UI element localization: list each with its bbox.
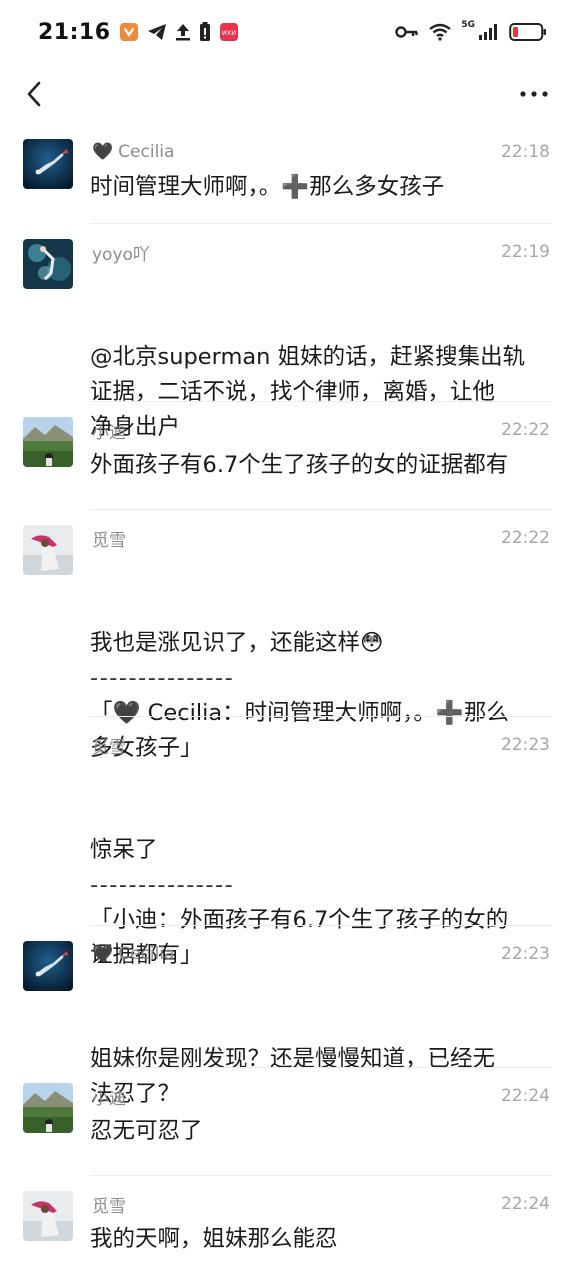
comment-text: 外面孩子有6.7个生了孩子的女的证据都有: [90, 452, 509, 478]
comment-item[interactable]: 🖤 Cecilia 22:23 姐妹你是刚发现？还是慢慢知道，已经无 法忍了？: [0, 926, 573, 1107]
comment-meta: 觅雪 22:22: [92, 526, 550, 551]
diver-avatar[interactable]: [23, 941, 73, 991]
status-bar: 21:16 ИХИ 5G: [0, 0, 573, 64]
comment-meta: 小迪 22:24: [92, 1084, 550, 1109]
comment-time: 22:23: [501, 944, 550, 964]
username[interactable]: 觅雪: [92, 526, 126, 551]
comment-meta: yoyo吖 22:19: [92, 240, 550, 265]
underwater-avatar[interactable]: [23, 239, 73, 289]
upload-icon: [175, 23, 191, 41]
black-heart-icon: 🖤: [92, 944, 114, 964]
comment-item[interactable]: 觅雪 22:23 惊呆了 --------------- 「小迪：外面孩子有6.7个…: [0, 717, 573, 968]
comment-meta: 🖤 Cecilia 22:18: [92, 140, 550, 164]
comment-time: 22:18: [501, 142, 550, 162]
telegram-icon: [147, 23, 167, 41]
comment-meta: 小迪 22:22: [92, 418, 550, 443]
comment-item[interactable]: yoyo吖 22:19 @北京superman 姐妹的话，赶紧搜集出轨 证据，二话…: [0, 224, 573, 440]
signal-icon: [478, 23, 500, 41]
landscape-avatar[interactable]: [23, 417, 73, 467]
comment-time: 22:24: [501, 1194, 550, 1214]
username[interactable]: 觅雪: [92, 733, 126, 758]
status-right: 5G: [395, 19, 547, 42]
comment-time: 22:22: [501, 420, 550, 440]
comment-item[interactable]: 小迪 22:22 外面孩子有6.7个生了孩子的女的证据都有: [0, 402, 573, 510]
comment-time: 22:24: [501, 1086, 550, 1106]
battery-low-icon: [509, 22, 547, 42]
girl-avatar[interactable]: [23, 1191, 73, 1241]
wifi-icon: [428, 23, 452, 41]
username[interactable]: 🖤 Cecilia: [92, 944, 174, 964]
comment-text: 时间管理大师啊，。➕那么多女孩子: [90, 174, 445, 200]
comment-item[interactable]: 小迪 22:24 忍无可忍了: [0, 1068, 573, 1176]
comment-meta: 觅雪 22:24: [92, 1192, 550, 1217]
network-type: 5G: [461, 19, 475, 30]
comment-meta: 🖤 Cecilia 22:23: [92, 942, 550, 966]
chevron-left-icon: [25, 80, 43, 108]
red-app-icon: ИХИ: [219, 22, 239, 42]
shield-app-icon: [119, 22, 139, 42]
comment-time: 22:19: [501, 242, 550, 262]
comment-meta: 觅雪 22:23: [92, 733, 550, 758]
username[interactable]: yoyo吖: [92, 240, 150, 265]
diver-avatar[interactable]: [23, 139, 73, 189]
more-button[interactable]: [509, 74, 549, 114]
username[interactable]: 小迪: [92, 418, 126, 443]
username[interactable]: 觅雪: [92, 1192, 126, 1217]
comment-item[interactable]: 觅雪 22:22 我也是涨见识了，还能这样😳 --------------- 「🖤 …: [0, 510, 573, 761]
svg-text:ИХИ: ИХИ: [221, 29, 235, 37]
comment-text: 忍无可忍了: [90, 1118, 203, 1144]
comment-time: 22:22: [501, 528, 550, 548]
black-heart-icon: 🖤: [92, 142, 114, 162]
comment-item[interactable]: 🖤 Cecilia 22:18 时间管理大师啊，。➕那么多女孩子: [0, 124, 573, 224]
comment-list: 🖤 Cecilia 22:18 时间管理大师啊，。➕那么多女孩子 yoyo吖 22…: [0, 124, 573, 1280]
battery-saver-icon: [199, 22, 211, 42]
comment-item[interactable]: 觅雪 22:24 我的天啊，姐妹那么能忍: [0, 1176, 573, 1280]
comment-time: 22:23: [501, 735, 550, 755]
more-dots-icon: [519, 90, 549, 98]
girl-avatar[interactable]: [23, 525, 73, 575]
back-button[interactable]: [18, 74, 50, 114]
status-time: 21:16: [38, 19, 111, 45]
nav-bar: [0, 64, 573, 124]
landscape-avatar[interactable]: [23, 1083, 73, 1133]
username[interactable]: 🖤 Cecilia: [92, 142, 174, 162]
key-icon: [395, 25, 419, 39]
username[interactable]: 小迪: [92, 1084, 126, 1109]
comment-text: 我的天啊，姐妹那么能忍: [90, 1226, 338, 1252]
status-left: 21:16 ИХИ: [38, 20, 239, 45]
